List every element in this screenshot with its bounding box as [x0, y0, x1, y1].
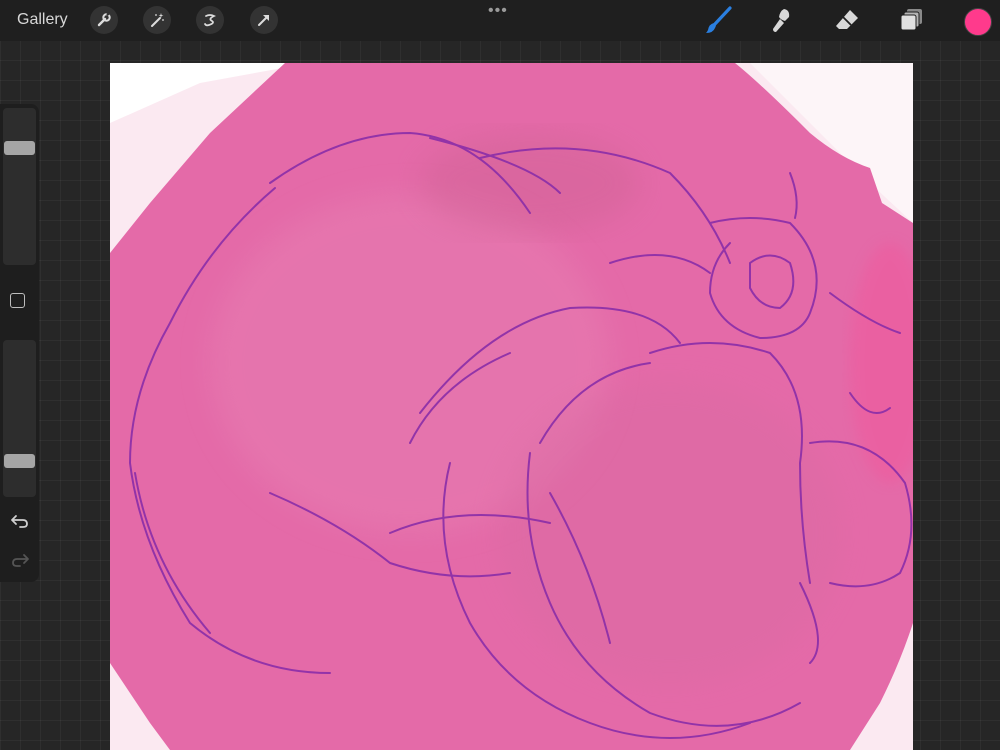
- transform-button[interactable]: [250, 6, 278, 34]
- undo-icon: [11, 515, 28, 528]
- layers-icon: [900, 9, 922, 31]
- drawing-canvas[interactable]: [110, 63, 913, 750]
- layers-button[interactable]: [897, 5, 927, 35]
- actions-button[interactable]: [90, 6, 118, 34]
- left-sidebar: [0, 104, 39, 582]
- brush-icon: [706, 6, 732, 33]
- smudge-tool-button[interactable]: [767, 5, 797, 35]
- adjustments-button[interactable]: [143, 6, 171, 34]
- opacity-thumb[interactable]: [4, 454, 35, 468]
- gallery-button[interactable]: Gallery: [17, 11, 68, 29]
- modify-button[interactable]: [10, 293, 25, 308]
- eraser-icon: [836, 10, 858, 29]
- opacity-slider[interactable]: [3, 340, 36, 497]
- more-options-button[interactable]: •••: [488, 2, 508, 20]
- eraser-tool-button[interactable]: [832, 5, 862, 35]
- brush-size-thumb[interactable]: [4, 141, 35, 155]
- selection-button[interactable]: [196, 6, 224, 34]
- brush-tool-button[interactable]: [703, 5, 733, 35]
- undo-button[interactable]: [9, 511, 31, 531]
- color-swatch-button[interactable]: [964, 8, 992, 36]
- top-toolbar: Gallery •••: [0, 0, 1000, 41]
- smudge-icon: [773, 9, 790, 32]
- selection-icon: [204, 14, 217, 27]
- transform-arrow-icon: [258, 15, 269, 26]
- brush-size-slider[interactable]: [3, 108, 36, 265]
- artwork: [110, 63, 913, 750]
- redo-button[interactable]: [9, 550, 31, 570]
- redo-icon: [12, 554, 29, 567]
- wrench-icon: [97, 12, 111, 27]
- magic-wand-icon: [151, 13, 164, 27]
